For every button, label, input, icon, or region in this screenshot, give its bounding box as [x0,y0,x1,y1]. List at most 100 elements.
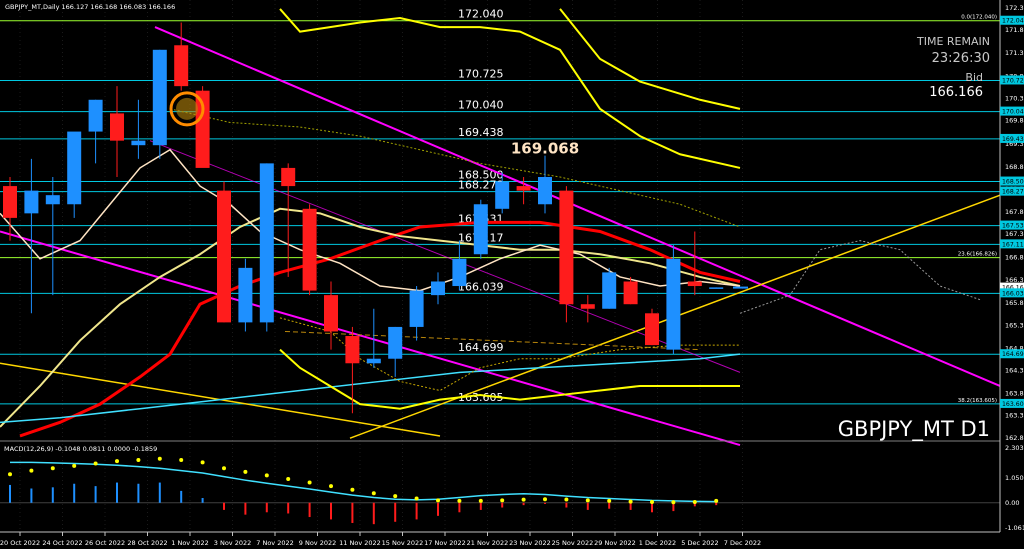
macd-signal-dot [628,499,633,504]
candle-body [259,163,274,323]
price-chart[interactable]: 172.040 170.725 170.040 169.438 168.500 168.2… [0,0,1024,549]
candle-body [88,99,103,132]
macd-signal-dot [93,461,98,466]
level-label: 164.699 [458,341,504,354]
price-tag-label: 168.500 [1002,179,1024,186]
candle-body [45,195,60,205]
macd-signal-dot [115,459,119,464]
macd-signal-dot [414,496,419,501]
macd-signal-dot [8,472,12,477]
level-label: 170.040 [458,99,504,112]
macd-signal-dot [714,498,719,503]
time-label: 7 Dec 2022 [724,539,761,547]
price-tag-label: 170.725 [1002,77,1024,84]
price-tick: 168.820 [1005,163,1024,171]
time-label: 15 Nov 2022 [382,539,424,547]
macd-signal-dot [436,498,440,503]
candle-body [709,287,724,289]
candle-body [281,167,296,187]
level-label: 172.040 [458,8,504,21]
macd-tick: 0.00 [1005,499,1019,507]
time-label: 28 Oct 2022 [127,539,167,547]
time-label: 25 Nov 2022 [552,539,594,547]
time-label: 24 Oct 2022 [42,539,82,547]
time-label: 23 Nov 2022 [509,539,551,547]
macd-tick: 2.3036 [1005,444,1024,452]
macd-header: MACD(12,26,9) -0.1048 0.0811 0.0000 -0.1… [4,445,157,453]
fib-label: 23.6(166.826) [958,252,997,258]
time-label: 26 Oct 2022 [85,539,125,547]
macd-signal-dot [307,480,312,485]
macd-signal-dot [607,498,612,503]
price-tag-label: 169.438 [1002,136,1024,143]
candle-body [24,190,39,214]
time-label: 7 Nov 2022 [256,539,294,547]
price-tag-label: 168.278 [1002,189,1024,196]
chart-header: GBPJPY_MT,Daily 166.127 166.168 166.083 … [5,3,175,11]
fib-label: 0.0(172.040) [961,15,997,21]
macd-signal-dot [521,497,526,502]
candle-body [559,190,574,305]
candle-body [580,304,595,309]
candle-body [217,190,231,323]
price-tag-label: 170.040 [1002,109,1024,116]
candle-body [452,258,467,287]
price-tick: 167.340 [1005,230,1024,238]
price-tick: 169.840 [1005,117,1024,125]
price-tick: 166.825 [1005,254,1024,262]
time-label: 20 Oct 2022 [0,539,40,547]
candle-body [516,186,531,191]
macd-tick: 1.0500 [1005,474,1024,482]
macd-signal-dot [457,498,462,503]
level-label: 169.438 [458,126,504,139]
macd-signal-dot [179,457,184,462]
candle-body [324,295,338,332]
candle-body [174,45,189,87]
candle-body [110,113,124,141]
price-tick: 171.835 [1005,26,1024,34]
swing-high-callout: 169.068 [511,140,579,158]
price-tick: 163.830 [1005,390,1024,398]
macd-signal-dot [29,468,34,473]
macd-signal-dot [350,487,355,492]
price-tick: 172.320 [1005,4,1024,12]
price-tick: 165.830 [1005,299,1024,307]
candle-body [3,186,17,218]
time-label: 3 Nov 2022 [214,539,252,547]
price-tag-label: 167.531 [1002,223,1024,230]
macd-tick: -1.0611 [1005,524,1024,532]
macd-signal-dot [136,457,141,462]
candle-body [302,208,317,291]
time-remain-label: TIME REMAIN [916,35,990,48]
candle-body [409,290,424,327]
time-label: 29 Nov 2022 [594,539,636,547]
time-label: 17 Nov 2022 [424,539,466,547]
candle-body [431,281,445,296]
candle-body [67,131,82,205]
candle-body [388,326,403,359]
time-label: 11 Nov 2022 [339,539,381,547]
price-tag-label: 163.605 [1002,401,1024,408]
time-label: 21 Nov 2022 [467,539,509,547]
price-tick: 164.340 [1005,367,1024,375]
candle-body [495,181,510,209]
time-label: 5 Dec 2022 [681,539,718,547]
macd-signal-dot [157,456,162,461]
candle-body [602,272,617,309]
price-tag-label: 164.699 [1002,351,1024,358]
candle-body [687,281,702,287]
level-label: 170.725 [458,67,504,80]
time-label: 9 Nov 2022 [299,539,337,547]
candle-body [538,177,552,205]
bid-value: 166.166 [929,85,983,100]
macd-signal-dot [585,498,590,503]
macd-signal-dot [564,497,569,502]
macd-signal-dot [371,491,376,496]
price-tag-label: 172.040 [1002,18,1024,25]
price-tag-label: 166.039 [1002,290,1024,297]
price-tick: 170.325 [1005,95,1024,103]
macd-signal-dot [671,500,676,505]
macd-signal-dot [50,466,55,471]
fib-label: 38.2(163.605) [958,398,997,404]
macd-signal-dot [543,497,547,502]
